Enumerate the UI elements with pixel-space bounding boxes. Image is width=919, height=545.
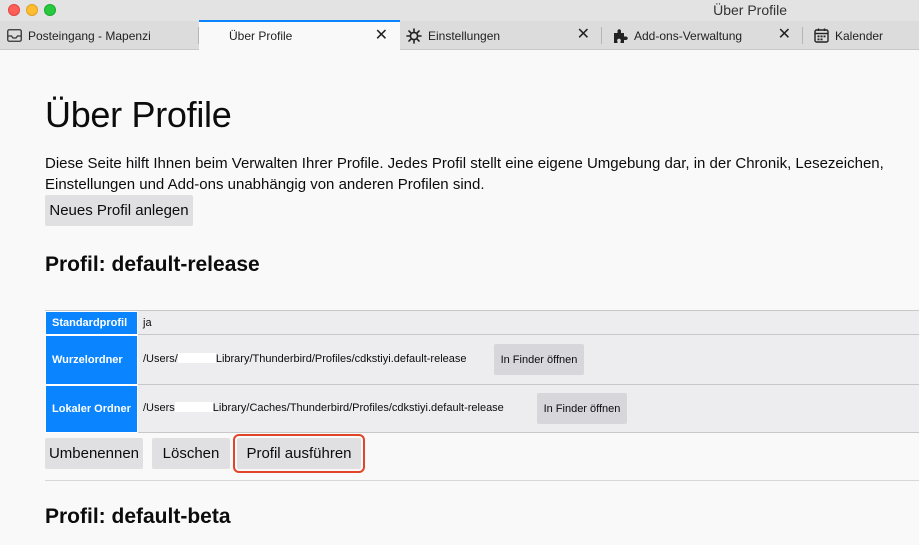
page-intro: Diese Seite hilft Ihnen beim Verwalten I…: [45, 155, 884, 193]
tab-label: Über Profile: [229, 29, 293, 43]
table-row: Standardprofil ja: [45, 311, 919, 335]
redacted-username: [177, 353, 216, 363]
close-icon[interactable]: ✕: [577, 27, 590, 43]
rename-profile-button[interactable]: Umbenennen: [45, 438, 143, 469]
tab-label: Posteingang - Mapenzi: [28, 28, 151, 43]
gear-icon: [406, 27, 422, 44]
row-label: Wurzelordner: [45, 335, 138, 385]
local-directory-path: /Users Library/Caches/Thunderbird/Profile…: [143, 402, 504, 414]
calendar-icon: [813, 28, 829, 44]
open-in-finder-button[interactable]: In Finder öffnen: [537, 393, 627, 424]
profile-heading: Profil: default-beta: [45, 505, 231, 528]
tab-bar: Posteingang - Mapenzi Über Profile ✕ Ein…: [0, 20, 919, 50]
page-title: Über Profile: [45, 94, 232, 135]
zoom-window-button[interactable]: [44, 4, 56, 16]
delete-profile-button[interactable]: Löschen: [152, 438, 230, 469]
table-row: Lokaler Ordner /Users Library/Caches/Thun…: [45, 385, 919, 433]
row-label: Lokaler Ordner: [45, 385, 138, 433]
window-titlebar: Über Profile: [0, 0, 919, 21]
profile-info-table: Standardprofil ja Wurzelordner /Users/Li…: [45, 310, 919, 433]
window-title: Über Profile: [713, 2, 787, 18]
profile-heading: Profil: default-release: [45, 253, 260, 276]
tab-label: Add-ons-Verwaltung: [634, 28, 743, 43]
tab-addons[interactable]: Add-ons-Verwaltung ✕: [602, 21, 803, 50]
launch-profile-button[interactable]: Profil ausführen: [233, 434, 365, 473]
tab-calendar[interactable]: Kalender: [803, 21, 919, 50]
tab-settings[interactable]: Einstellungen ✕: [400, 21, 602, 50]
tab-label: Einstellungen: [428, 28, 501, 43]
tab-about-profiles[interactable]: Über Profile ✕: [199, 20, 400, 50]
default-profile-value: ja: [143, 317, 152, 329]
root-directory-path: /Users/Library/Thunderbird/Profiles/cdks…: [143, 353, 467, 365]
tab-label: Kalender: [835, 28, 884, 43]
table-row: Wurzelordner /Users/Library/Thunderbird/…: [45, 335, 919, 385]
close-icon[interactable]: ✕: [778, 27, 791, 43]
minimize-window-button[interactable]: [26, 4, 38, 16]
puzzle-icon: [612, 28, 628, 44]
inbox-icon: [6, 28, 22, 44]
close-window-button[interactable]: [8, 4, 20, 16]
tab-inbox[interactable]: Posteingang - Mapenzi: [0, 21, 199, 50]
redacted-username: [174, 402, 213, 412]
open-in-finder-button[interactable]: In Finder öffnen: [494, 344, 584, 375]
row-label: Standardprofil: [45, 311, 138, 335]
close-icon[interactable]: ✕: [375, 28, 388, 44]
new-profile-button[interactable]: Neues Profil anlegen: [45, 195, 193, 226]
section-divider: [45, 480, 919, 481]
